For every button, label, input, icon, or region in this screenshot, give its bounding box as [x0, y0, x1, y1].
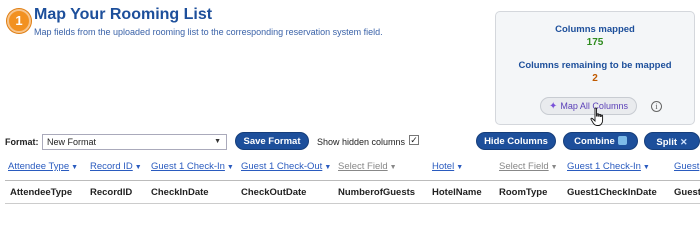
field-mapping-label: Guest 1 Check-In [151, 161, 225, 172]
combine-button[interactable]: Combine [563, 132, 638, 150]
sparkle-icon: ✦ [549, 100, 558, 112]
field-mapping-dropdown[interactable]: Select Field ▼ [338, 161, 397, 172]
field-mapping-label: Guest 1 Check-Out [241, 161, 323, 172]
format-select-value: New Format [47, 137, 97, 147]
caret-down-icon: ▼ [71, 164, 79, 171]
field-mapping-label: Select Field [499, 161, 549, 172]
columns-remaining-label: Columns remaining to be mapped [518, 60, 672, 71]
combine-icon [617, 136, 627, 145]
source-column-name: Guest1CheckInDate [567, 187, 657, 198]
field-mapping-dropdown[interactable]: Hotel ▼ [432, 161, 463, 172]
field-mapping-dropdown[interactable]: Record ID ▼ [90, 161, 142, 172]
caret-down-icon: ▼ [550, 164, 558, 171]
save-format-button[interactable]: Save Format [235, 132, 309, 150]
source-column-name: HotelName [432, 187, 482, 198]
info-icon[interactable]: i [651, 101, 662, 112]
caret-down-icon: ▼ [324, 164, 332, 171]
hand-pointer-icon [590, 107, 604, 126]
columns-mapped-label: Columns mapped [555, 24, 635, 35]
caret-down-icon: ▼ [456, 164, 464, 171]
caret-down-icon: ▼ [226, 164, 234, 171]
format-select[interactable]: New Format ▼ [42, 134, 227, 150]
step-number-badge: 1 [7, 9, 31, 33]
row-divider [5, 203, 700, 204]
source-column-name: AttendeeType [10, 187, 73, 198]
field-mapping-dropdown[interactable]: Attendee Type ▼ [8, 161, 78, 172]
source-column-name: Guest [674, 187, 700, 198]
header-divider [5, 180, 700, 181]
field-mapping-dropdown[interactable]: Guest 1 Check-In ▼ [567, 161, 650, 172]
split-button[interactable]: Split ✕ [644, 132, 700, 150]
chevron-down-icon: ▼ [214, 138, 221, 145]
field-mapping-label: Guest [674, 161, 700, 172]
hide-columns-button[interactable]: Hide Columns [476, 132, 556, 150]
page-title: Map Your Rooming List [34, 6, 213, 23]
source-column-name: CheckOutDate [241, 187, 307, 198]
field-mapping-label: Guest 1 Check-In [567, 161, 641, 172]
source-column-name: RoomType [499, 187, 548, 198]
field-mapping-label: Record ID [90, 161, 133, 172]
field-mapping-label: Hotel [432, 161, 455, 172]
field-mapping-label: Select Field [338, 161, 388, 172]
page-subtitle: Map fields from the uploaded rooming lis… [34, 27, 383, 37]
caret-down-icon: ▼ [642, 164, 650, 171]
show-hidden-columns-label: Show hidden columns [317, 137, 406, 147]
caret-down-icon: ▼ [134, 164, 142, 171]
columns-mapped-value: 175 [586, 37, 604, 48]
source-column-name: CheckInDate [151, 187, 209, 198]
field-mapping-dropdown[interactable]: Guest▼ [674, 161, 700, 172]
show-hidden-columns-checkbox[interactable]: ✓ [409, 135, 419, 145]
source-column-name: RecordID [90, 187, 133, 198]
field-mapping-dropdown[interactable]: Guest 1 Check-Out ▼ [241, 161, 331, 172]
map-all-columns-button[interactable]: ✦ Map All Columns [540, 97, 637, 115]
source-column-name: NumberofGuests [338, 187, 416, 198]
split-icon: ✕ [680, 137, 688, 147]
field-mapping-dropdown[interactable]: Guest 1 Check-In ▼ [151, 161, 234, 172]
field-mapping-dropdown[interactable]: Select Field ▼ [499, 161, 558, 172]
split-button-label: Split [656, 137, 678, 148]
field-mapping-label: Attendee Type [8, 161, 70, 172]
combine-button-label: Combine [574, 136, 615, 147]
caret-down-icon: ▼ [389, 164, 397, 171]
format-label: Format: [5, 137, 39, 147]
columns-remaining-value: 2 [592, 73, 598, 84]
